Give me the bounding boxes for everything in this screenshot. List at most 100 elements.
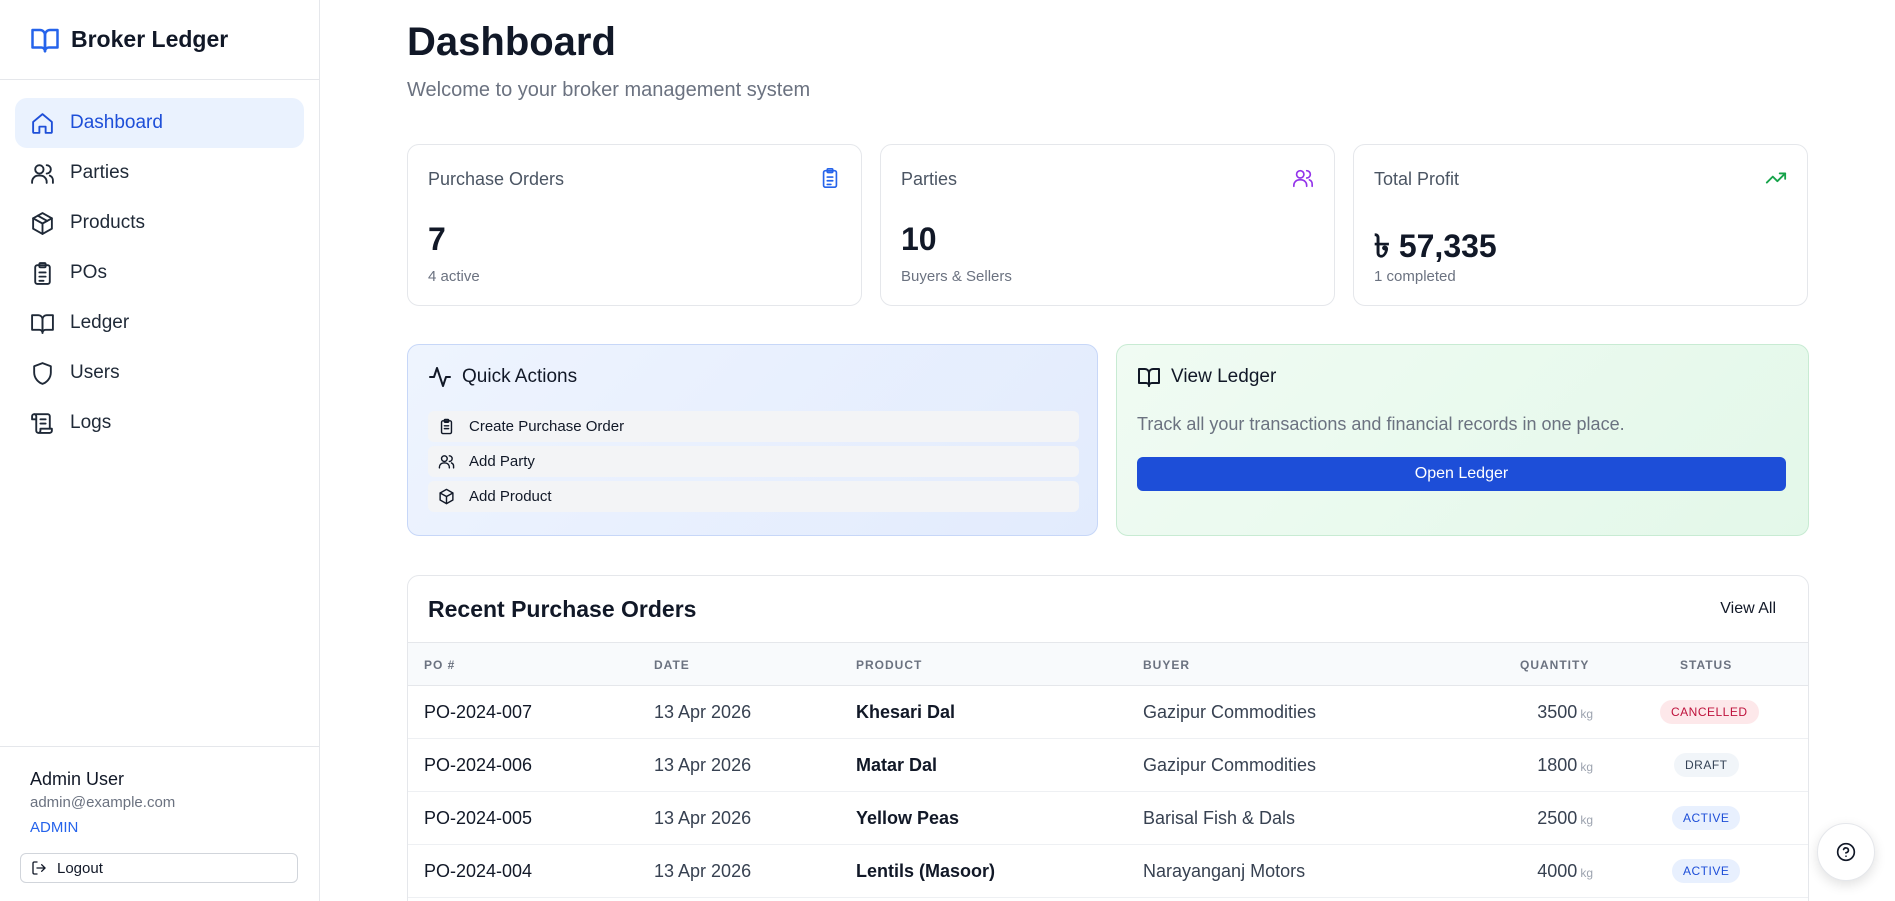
- stat-card-purchase-orders: Purchase Orders 7 4 active: [407, 144, 862, 306]
- quantity-unit: kg: [1580, 813, 1593, 827]
- stat-value: 10: [901, 221, 937, 257]
- status-badge: CANCELLED: [1660, 700, 1759, 724]
- brand[interactable]: Broker Ledger: [0, 0, 319, 80]
- user-email: admin@example.com: [30, 794, 176, 811]
- quantity-value: 3500: [1537, 702, 1578, 722]
- status-badge: ACTIVE: [1672, 859, 1741, 883]
- view-all-button[interactable]: View All: [1720, 600, 1776, 618]
- po-buyer: Narayanganj Motors: [1143, 861, 1306, 881]
- quick-actions-title: Quick Actions: [462, 366, 578, 387]
- quantity-value: 4000: [1537, 861, 1578, 881]
- page-title: Dashboard: [407, 20, 616, 64]
- po-buyer: Gazipur Commodities: [1143, 702, 1317, 722]
- sidebar-item-users[interactable]: Users: [15, 348, 304, 398]
- help-button[interactable]: [1817, 823, 1875, 881]
- sidebar-item-products[interactable]: Products: [15, 198, 304, 248]
- po-buyer: Gazipur Commodities: [1143, 755, 1317, 775]
- column-header-quantity: QUANTITY: [1520, 658, 1590, 672]
- status-badge: DRAFT: [1674, 753, 1739, 777]
- view-ledger-title: View Ledger: [1171, 366, 1277, 387]
- po-date: 13 Apr 2026: [654, 702, 752, 722]
- sidebar-item-label: Parties: [70, 162, 130, 183]
- stat-label: Parties: [901, 169, 958, 189]
- user-role: ADMIN: [30, 819, 79, 836]
- po-product: Yellow Peas: [856, 808, 960, 828]
- recent-orders-card: Recent Purchase Orders View All PO # DAT…: [407, 575, 1809, 901]
- quick-actions-panel: Quick Actions Create Purchase Order Add …: [407, 344, 1098, 536]
- po-date: 13 Apr 2026: [654, 755, 752, 775]
- stat-label: Total Profit: [1374, 169, 1460, 189]
- quick-actions-header: Quick Actions: [428, 365, 577, 389]
- user-profile: Admin User admin@example.com ADMIN Logou…: [0, 746, 319, 901]
- home-icon: [32, 112, 53, 134]
- po-date: 13 Apr 2026: [654, 808, 752, 828]
- view-ledger-panel: View Ledger Track all your transactions …: [1116, 344, 1809, 536]
- package-icon: [32, 211, 53, 235]
- sidebar-item-pos[interactable]: POs: [15, 248, 304, 298]
- package-icon: [439, 488, 454, 505]
- table-header: PO # DATE PRODUCT BUYER QUANTITY STATUS: [408, 642, 1808, 686]
- stat-subtext: 4 active: [428, 268, 480, 285]
- table-row[interactable]: PO-2024-004 13 Apr 2026 Lentils (Masoor)…: [408, 845, 1808, 898]
- scroll-icon: [31, 412, 53, 434]
- sidebar-item-label: Dashboard: [70, 112, 163, 133]
- po-product: Lentils (Masoor): [856, 861, 996, 881]
- book-open-icon: [31, 28, 59, 52]
- page-subtitle: Welcome to your broker management system: [407, 79, 811, 101]
- po-product: Khesari Dal: [856, 702, 956, 722]
- sidebar-item-label: Products: [70, 212, 145, 233]
- add-party-button[interactable]: Add Party: [428, 446, 1079, 477]
- po-number: PO-2024-007: [424, 702, 533, 722]
- stat-value: 7: [428, 221, 446, 257]
- open-ledger-button[interactable]: Open Ledger: [1137, 457, 1786, 491]
- quantity-value: 2500: [1537, 808, 1578, 828]
- sidebar-item-logs[interactable]: Logs: [15, 398, 304, 448]
- logout-button[interactable]: Logout: [20, 853, 298, 883]
- po-date: 13 Apr 2026: [654, 861, 752, 881]
- stat-label: Purchase Orders: [428, 169, 565, 189]
- po-quantity: 4000 kg: [1537, 861, 1593, 882]
- stat-card-parties: Parties 10 Buyers & Sellers: [880, 144, 1335, 306]
- quantity-unit: kg: [1580, 760, 1593, 774]
- shield-icon: [33, 361, 52, 385]
- stat-card-total-profit: Total Profit ৳ 57,335 1 completed: [1353, 144, 1808, 306]
- sidebar-item-parties[interactable]: Parties: [15, 148, 304, 198]
- add-product-button[interactable]: Add Product: [428, 481, 1079, 512]
- sidebar-item-dashboard[interactable]: Dashboard: [15, 98, 304, 148]
- logout-icon: [32, 861, 46, 875]
- quick-action-label: Create Purchase Order: [469, 418, 625, 435]
- sidebar-item-ledger[interactable]: Ledger: [15, 298, 304, 348]
- help-circle-icon: [1836, 842, 1856, 862]
- quick-action-label: Add Party: [469, 453, 535, 470]
- quantity-unit: kg: [1580, 707, 1593, 721]
- user-name: Admin User: [30, 769, 125, 789]
- table-row[interactable]: PO-2024-006 13 Apr 2026 Matar Dal Gazipu…: [408, 739, 1808, 792]
- column-header-status: STATUS: [1680, 658, 1733, 672]
- book-icon: [31, 313, 54, 334]
- sidebar-item-label: Users: [70, 362, 120, 383]
- table-row[interactable]: PO-2024-007 13 Apr 2026 Khesari Dal Gazi…: [408, 686, 1808, 739]
- quantity-unit: kg: [1580, 866, 1593, 880]
- po-number: PO-2024-005: [424, 808, 533, 828]
- status-badge: ACTIVE: [1672, 806, 1741, 830]
- po-buyer: Barisal Fish & Dals: [1143, 808, 1296, 828]
- users-icon: [31, 163, 54, 184]
- sidebar-item-label: Ledger: [70, 312, 130, 333]
- table-row[interactable]: PO-2024-005 13 Apr 2026 Yellow Peas Bari…: [408, 792, 1808, 845]
- po-quantity: 1800 kg: [1537, 755, 1593, 776]
- users-icon: [438, 455, 455, 469]
- column-header-date: DATE: [654, 658, 690, 672]
- users-icon: [1293, 169, 1313, 188]
- quick-action-label: Add Product: [469, 488, 552, 505]
- clipboard-icon: [440, 418, 453, 435]
- create-purchase-order-button[interactable]: Create Purchase Order: [428, 411, 1079, 442]
- logout-label: Logout: [57, 859, 103, 877]
- stat-value: ৳ 57,335: [1374, 228, 1497, 264]
- recent-orders-title: Recent Purchase Orders: [428, 596, 697, 622]
- sidebar-item-label: Logs: [70, 412, 112, 433]
- po-quantity: 2500 kg: [1537, 808, 1593, 829]
- brand-name: Broker Ledger: [71, 26, 229, 52]
- po-quantity: 3500 kg: [1537, 702, 1593, 723]
- po-product: Matar Dal: [856, 755, 938, 775]
- po-number: PO-2024-006: [424, 755, 533, 775]
